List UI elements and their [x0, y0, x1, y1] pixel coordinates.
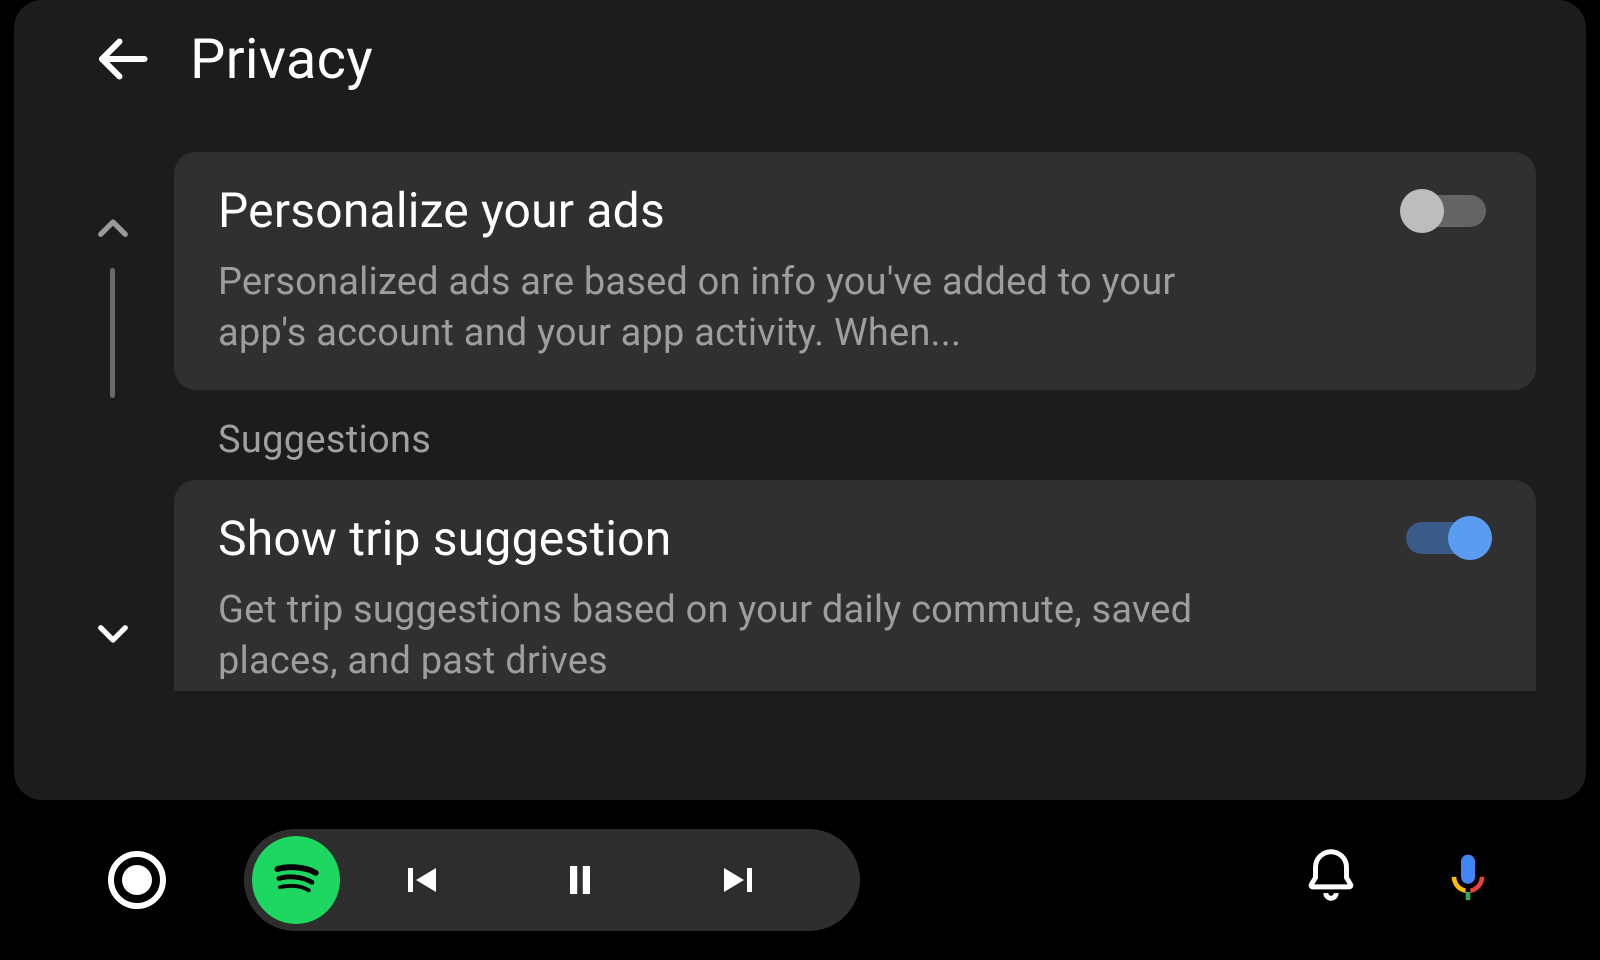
setting-title: Show trip suggestion: [218, 510, 671, 567]
content-area: Personalize your ads Personalized ads ar…: [78, 152, 1546, 800]
assistant-mic-icon[interactable]: [1440, 850, 1500, 910]
setting-row-top: Personalize your ads: [218, 182, 1492, 239]
section-label-suggestions: Suggestions: [218, 418, 1536, 462]
media-controls: [244, 829, 860, 931]
pause-button[interactable]: [500, 856, 660, 904]
previous-track-button[interactable]: [340, 856, 500, 904]
scroll-up-icon[interactable]: [92, 208, 134, 250]
toggle-trip-suggestion[interactable]: [1400, 514, 1492, 562]
back-icon[interactable]: [92, 29, 152, 89]
page-title: Privacy: [190, 26, 373, 92]
toggle-personalize-ads[interactable]: [1400, 187, 1492, 235]
setting-personalize-ads[interactable]: Personalize your ads Personalized ads ar…: [174, 152, 1536, 390]
header: Privacy: [14, 0, 1586, 112]
setting-title: Personalize your ads: [218, 182, 665, 239]
settings-list: Personalize your ads Personalized ads ar…: [148, 152, 1546, 800]
scroll-down-icon[interactable]: [92, 612, 134, 654]
scroll-indicator: [78, 152, 148, 800]
settings-panel: Privacy Personalize your ads: [14, 0, 1586, 800]
setting-description: Personalized ads are based on info you'v…: [218, 257, 1268, 360]
spotify-icon[interactable]: [252, 836, 340, 924]
system-bar: [0, 800, 1600, 960]
notifications-icon[interactable]: [1300, 844, 1372, 916]
screen: Privacy Personalize your ads: [0, 0, 1600, 960]
setting-trip-suggestion[interactable]: Show trip suggestion Get trip suggestion…: [174, 480, 1536, 691]
next-track-button[interactable]: [660, 856, 820, 904]
setting-row-top: Show trip suggestion: [218, 510, 1492, 567]
scroll-track: [110, 268, 116, 424]
scroll-thumb[interactable]: [110, 268, 115, 398]
setting-description: Get trip suggestions based on your daily…: [218, 585, 1268, 679]
home-button[interactable]: [108, 851, 166, 909]
